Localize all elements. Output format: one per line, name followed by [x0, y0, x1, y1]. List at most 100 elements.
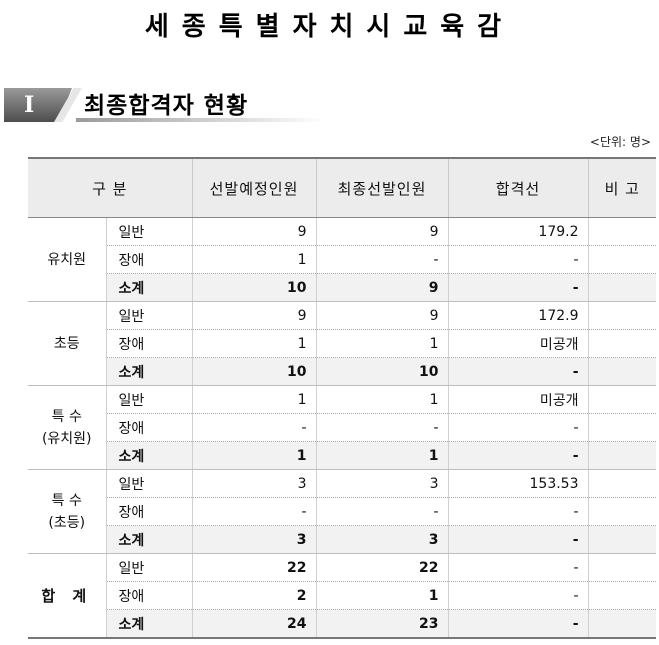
final-cell: 23 — [315, 609, 449, 639]
type-cell: 장애 — [105, 245, 193, 274]
group-label: 특 수 (초등) — [28, 469, 107, 554]
remarks-cell — [587, 553, 656, 582]
table-row: 장애 - - - — [28, 413, 656, 442]
group-label: 합 계 — [28, 553, 107, 639]
planned-cell: 3 — [191, 469, 317, 498]
final-cell: 9 — [315, 301, 449, 330]
planned-cell: 1 — [191, 245, 317, 274]
group-label: 유치원 — [28, 217, 107, 302]
table-body: 유치원 일반 9 9 179.2 장애 1- - 소계 10 9- 초등 일반 9 9 172.9 장애 1 1 미공… — [28, 217, 656, 639]
table-row: 소계 10 10- — [28, 357, 656, 386]
remarks-cell — [587, 357, 656, 386]
header-planned: 선발예정인원 — [191, 157, 317, 218]
table-row: 소계 3 3- — [28, 525, 656, 554]
type-cell: 장애 — [105, 329, 193, 358]
planned-cell: 9 — [191, 301, 317, 330]
cutoff-cell: 172.9 — [447, 301, 589, 330]
group-label: 초등 — [28, 301, 107, 386]
type-cell: 소계 — [105, 357, 193, 386]
type-cell: 일반 — [105, 385, 193, 414]
type-cell: 장애 — [105, 497, 193, 526]
group-label: 특 수 (유치원) — [28, 385, 107, 470]
remarks-cell — [587, 497, 656, 526]
planned-cell: 10 — [191, 357, 317, 386]
planned-cell: 10 — [191, 273, 317, 302]
final-cell: 9 — [315, 217, 449, 246]
final-cell: 9 — [315, 273, 449, 302]
remarks-cell — [587, 413, 656, 442]
header-category: 구 분 — [28, 157, 193, 218]
remarks-cell — [587, 441, 656, 470]
final-cell: 22 — [315, 553, 449, 582]
planned-cell: 22 — [191, 553, 317, 582]
type-cell: 일반 — [105, 469, 193, 498]
remarks-cell — [587, 385, 656, 414]
remarks-cell — [587, 301, 656, 330]
group-label-line1: 특 수 — [51, 408, 82, 425]
final-cell: 1 — [315, 581, 449, 610]
planned-cell: 1 — [191, 329, 317, 358]
planned-cell: 1 — [191, 441, 317, 470]
header-cutoff: 합격선 — [447, 157, 589, 218]
type-cell: 소계 — [105, 441, 193, 470]
cutoff-cell: - — [447, 273, 589, 302]
document-title: 세종특별자치시교육감 — [144, 12, 515, 42]
remarks-cell — [587, 329, 656, 358]
table-row: 장애 2 1- — [28, 581, 656, 610]
planned-cell: 2 — [191, 581, 317, 610]
header-remarks: 비 고 — [587, 157, 656, 218]
table-header-row: 구 분 선발예정인원 최종선발인원 합격선 비 고 — [28, 157, 656, 218]
planned-cell: 24 — [191, 609, 317, 639]
remarks-cell — [587, 469, 656, 498]
cutoff-cell: - — [447, 553, 589, 582]
final-cell: 1 — [315, 329, 449, 358]
remarks-cell — [587, 245, 656, 274]
table-row: 초등 일반 9 9 172.9 — [28, 301, 656, 386]
final-cell: - — [315, 413, 449, 442]
type-cell: 소계 — [105, 273, 193, 302]
cutoff-cell: - — [447, 497, 589, 526]
final-cell: 10 — [315, 357, 449, 386]
final-cell: 1 — [315, 441, 449, 470]
planned-cell: - — [191, 413, 317, 442]
table-row: 특 수 (유치원) 일반 1 1 미공개 — [28, 385, 656, 470]
group-label-line1: 유치원 — [47, 251, 87, 268]
type-cell: 일반 — [105, 301, 193, 330]
cutoff-cell: - — [447, 441, 589, 470]
cutoff-cell: - — [447, 413, 589, 442]
group-label-line1: 특 수 — [51, 492, 82, 509]
final-cell: 3 — [315, 525, 449, 554]
cutoff-cell: 179.2 — [447, 217, 589, 246]
results-table: 구 분 선발예정인원 최종선발인원 합격선 비 고 유치원 일반 9 9 179.2 장애… — [28, 157, 656, 639]
planned-cell: - — [191, 497, 317, 526]
table-row: 소계 24 23- — [28, 609, 656, 639]
table-row: 소계 1 1- — [28, 441, 656, 470]
section-title: 최종합격자 현황 — [84, 93, 249, 119]
type-cell: 소계 — [105, 525, 193, 554]
planned-cell: 9 — [191, 217, 317, 246]
cutoff-cell: - — [447, 357, 589, 386]
cutoff-cell: - — [447, 245, 589, 274]
remarks-cell — [587, 525, 656, 554]
group-label-line2: (초등) — [48, 514, 86, 531]
section-header: I 최종합격자 현황 — [4, 82, 424, 126]
type-cell: 장애 — [105, 413, 193, 442]
cutoff-cell: - — [447, 609, 589, 639]
table-row: 특 수 (초등) 일반 3 3 153.53 — [28, 469, 656, 554]
cutoff-cell: - — [447, 581, 589, 610]
cutoff-cell: 미공개 — [447, 385, 589, 414]
type-cell: 소계 — [105, 609, 193, 639]
remarks-cell — [587, 273, 656, 302]
header-final: 최종선발인원 — [315, 157, 449, 218]
table-row: 소계 10 9- — [28, 273, 656, 302]
type-cell: 일반 — [105, 553, 193, 582]
cutoff-cell: - — [447, 525, 589, 554]
cutoff-cell: 153.53 — [447, 469, 589, 498]
remarks-cell — [587, 581, 656, 610]
table-row: 장애 1 1 미공개 — [28, 329, 656, 358]
group-label-line1: 초등 — [53, 335, 80, 352]
table-row: 장애 1- - — [28, 245, 656, 274]
table-row: 유치원 일반 9 9 179.2 — [28, 217, 656, 302]
table-row: 합 계 일반 22 22- — [28, 553, 656, 639]
final-cell: 1 — [315, 385, 449, 414]
